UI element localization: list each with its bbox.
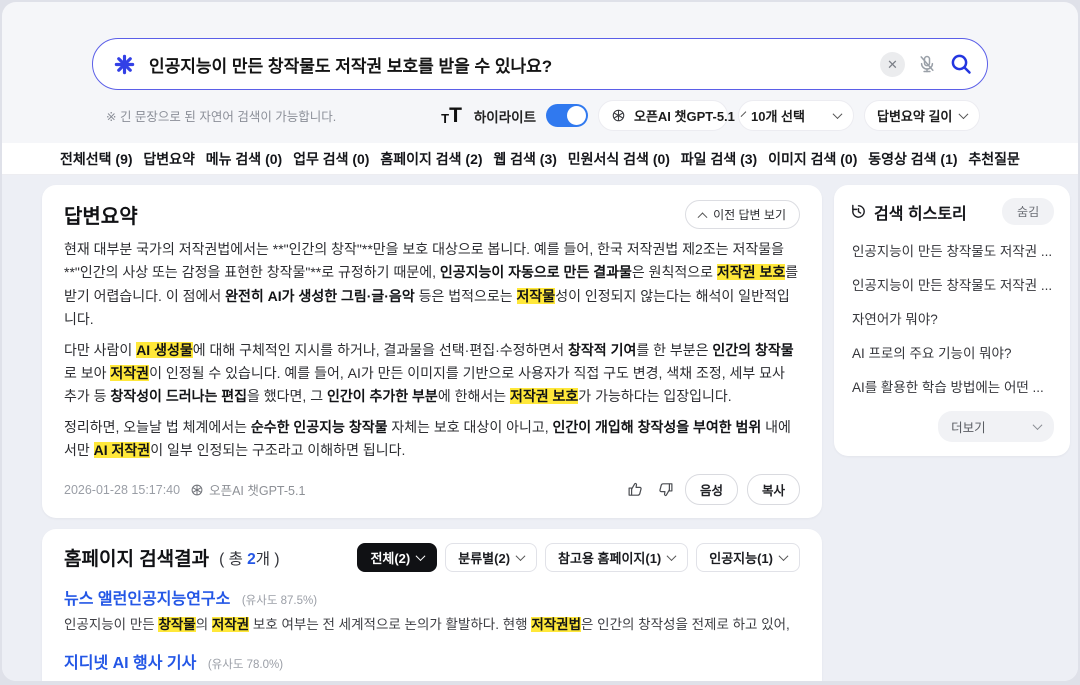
tab-select-all[interactable]: 전체선택 (9) [60, 149, 133, 169]
tab-web-search[interactable]: 웹 검색 (3) [493, 149, 557, 169]
highlight-toggle[interactable] [546, 104, 588, 127]
search-result-item: 뉴스 앨런인공지능연구소 (유사도 87.5%) 인공지능이 만든 창작물의 저… [64, 585, 800, 636]
tab-answer-summary[interactable]: 답변요약 [143, 149, 195, 169]
filter-chip-ai[interactable]: 인공지능(1) [696, 543, 800, 572]
openai-logo-icon [611, 108, 626, 123]
similarity-score: (유사도 87.5%) [242, 595, 317, 607]
answer-paragraph: 다만 사람이 AI 생성물에 대해 구체적인 지시를 하거나, 결과물을 선택·… [64, 339, 800, 409]
text-size-icon[interactable]: TT [441, 105, 462, 126]
previous-answer-button[interactable]: 이전 답변 보기 [685, 200, 800, 229]
search-area: ✕ [2, 2, 1078, 90]
chevron-down-icon [833, 109, 843, 119]
result-link[interactable]: 지디넷 AI 행사 기사 [64, 655, 196, 672]
answer-summary-card: 답변요약 이전 답변 보기 현재 대부분 국가의 저작권법에서는 **"인간의 … [42, 185, 822, 518]
tab-video-search[interactable]: 동영상 검색 (1) [868, 149, 957, 169]
answer-paragraph: 정리하면, 오늘날 법 체계에서는 순수한 인공지능 창작물 자체는 보호 대상… [64, 416, 800, 463]
search-icon[interactable] [949, 52, 973, 76]
history-item[interactable]: 인공지능이 만든 창작물도 저작권 ... [850, 233, 1054, 267]
chevron-down-icon [959, 109, 969, 119]
similarity-score: (유사도 78.0%) [208, 659, 283, 671]
tab-homepage-search[interactable]: 홈페이지 검색 (2) [380, 149, 482, 169]
result-snippet: 생성AI가 단순히 채팅을 넘어 다양한 비즈니스 영향력을 행사하고 있다고 … [64, 678, 800, 681]
more-history-button[interactable]: 더보기 [938, 411, 1054, 442]
filter-chip-by-category[interactable]: 분류별(2) [445, 543, 537, 572]
filter-chip-all[interactable]: 전체(2) [357, 543, 437, 572]
tab-image-search[interactable]: 이미지 검색 (0) [768, 149, 857, 169]
model-select-value: 오픈AI 챗GPT-5.1 [634, 106, 735, 125]
summary-length-select-value: 답변요약 길이 [877, 106, 952, 125]
filter-chip-reference-homepage[interactable]: 참고용 홈페이지(1) [545, 543, 688, 572]
search-history-title: 검색 히스토리 [850, 200, 967, 224]
homepage-results-title: 홈페이지 검색결과 [64, 544, 209, 571]
tab-civil-form-search[interactable]: 민원서식 검색 (0) [568, 149, 670, 169]
answer-model-tag: 오픈AI 챗GPT-5.1 [190, 480, 305, 499]
chevron-up-icon [698, 212, 708, 222]
homepage-results-card: 홈페이지 검색결과 ( 총 2개 ) 전체(2) 분류별(2) 참고용 홈페이지… [42, 529, 822, 681]
tab-file-search[interactable]: 파일 검색 (3) [681, 149, 757, 169]
answer-summary-title: 답변요약 [64, 200, 138, 229]
history-item[interactable]: 자연어가 뭐야? [850, 301, 1054, 335]
openai-logo-icon [190, 483, 204, 497]
result-tabs: 전체선택 (9) 답변요약 메뉴 검색 (0) 업무 검색 (0) 홈페이지 검… [2, 143, 1078, 175]
chevron-down-icon [416, 552, 426, 562]
homepage-results-count: ( 총 2개 ) [219, 547, 279, 569]
search-bar: ✕ [92, 38, 988, 90]
ai-asterisk-icon [113, 53, 136, 76]
chevron-down-icon [516, 552, 526, 562]
chevron-down-icon [1033, 420, 1043, 430]
chevron-down-icon [667, 552, 677, 562]
app-window: ✕ ※ 긴 문장으로 된 자연어 검색이 가능합니다. TT 하이라이트 [2, 2, 1078, 681]
answer-text: 현재 대부분 국가의 저작권법에서는 **"인간의 창작"**만을 보호 대상으… [64, 238, 800, 462]
history-item[interactable]: AI 프로의 주요 기능이 뭐야? [850, 335, 1054, 369]
thumb-down-icon[interactable] [655, 479, 676, 500]
clear-icon[interactable]: ✕ [880, 52, 905, 77]
mic-muted-icon[interactable] [917, 54, 937, 74]
hide-history-button[interactable]: 숨김 [1002, 198, 1054, 225]
voice-button[interactable]: 음성 [685, 474, 738, 505]
thumb-up-icon[interactable] [625, 479, 646, 500]
history-item[interactable]: AI를 활용한 학습 방법에는 어떤 ... [850, 369, 1054, 403]
chevron-down-icon [779, 552, 789, 562]
search-input[interactable] [149, 54, 880, 74]
history-item[interactable]: 인공지능이 만든 창작물도 저작권 ... [850, 267, 1054, 301]
tab-menu-search[interactable]: 메뉴 검색 (0) [206, 149, 282, 169]
clock-history-icon [850, 203, 867, 220]
result-count-select[interactable]: 10개 선택 [738, 100, 854, 131]
search-options-row: ※ 긴 문장으로 된 자연어 검색이 가능합니다. TT 하이라이트 오픈AI … [106, 100, 980, 131]
summary-length-select[interactable]: 답변요약 길이 [864, 100, 980, 131]
result-count-select-value: 10개 선택 [751, 106, 826, 125]
tab-work-search[interactable]: 업무 검색 (0) [293, 149, 369, 169]
result-snippet: 인공지능이 만든 창작물의 저작권 보호 여부는 전 세계적으로 논의가 활발하… [64, 614, 800, 636]
result-link[interactable]: 뉴스 앨런인공지능연구소 [64, 591, 230, 608]
answer-timestamp: 2026-01-28 15:17:40 [64, 483, 180, 497]
highlight-label: 하이라이트 [474, 106, 536, 126]
model-select[interactable]: 오픈AI 챗GPT-5.1 [598, 100, 728, 131]
answer-paragraph: 현재 대부분 국가의 저작권법에서는 **"인간의 창작"**만을 보호 대상으… [64, 238, 800, 332]
search-result-item: 지디넷 AI 행사 기사 (유사도 78.0%) 생성AI가 단순히 채팅을 넘… [64, 649, 800, 681]
search-history-card: 검색 히스토리 숨김 인공지능이 만든 창작물도 저작권 ... 인공지능이 만… [834, 185, 1070, 456]
copy-button[interactable]: 복사 [747, 474, 800, 505]
content-area: 답변요약 이전 답변 보기 현재 대부분 국가의 저작권법에서는 **"인간의 … [2, 175, 1078, 681]
tab-suggested-questions[interactable]: 추천질문 [968, 149, 1020, 169]
search-hint: ※ 긴 문장으로 된 자연어 검색이 가능합니다. [106, 106, 336, 125]
